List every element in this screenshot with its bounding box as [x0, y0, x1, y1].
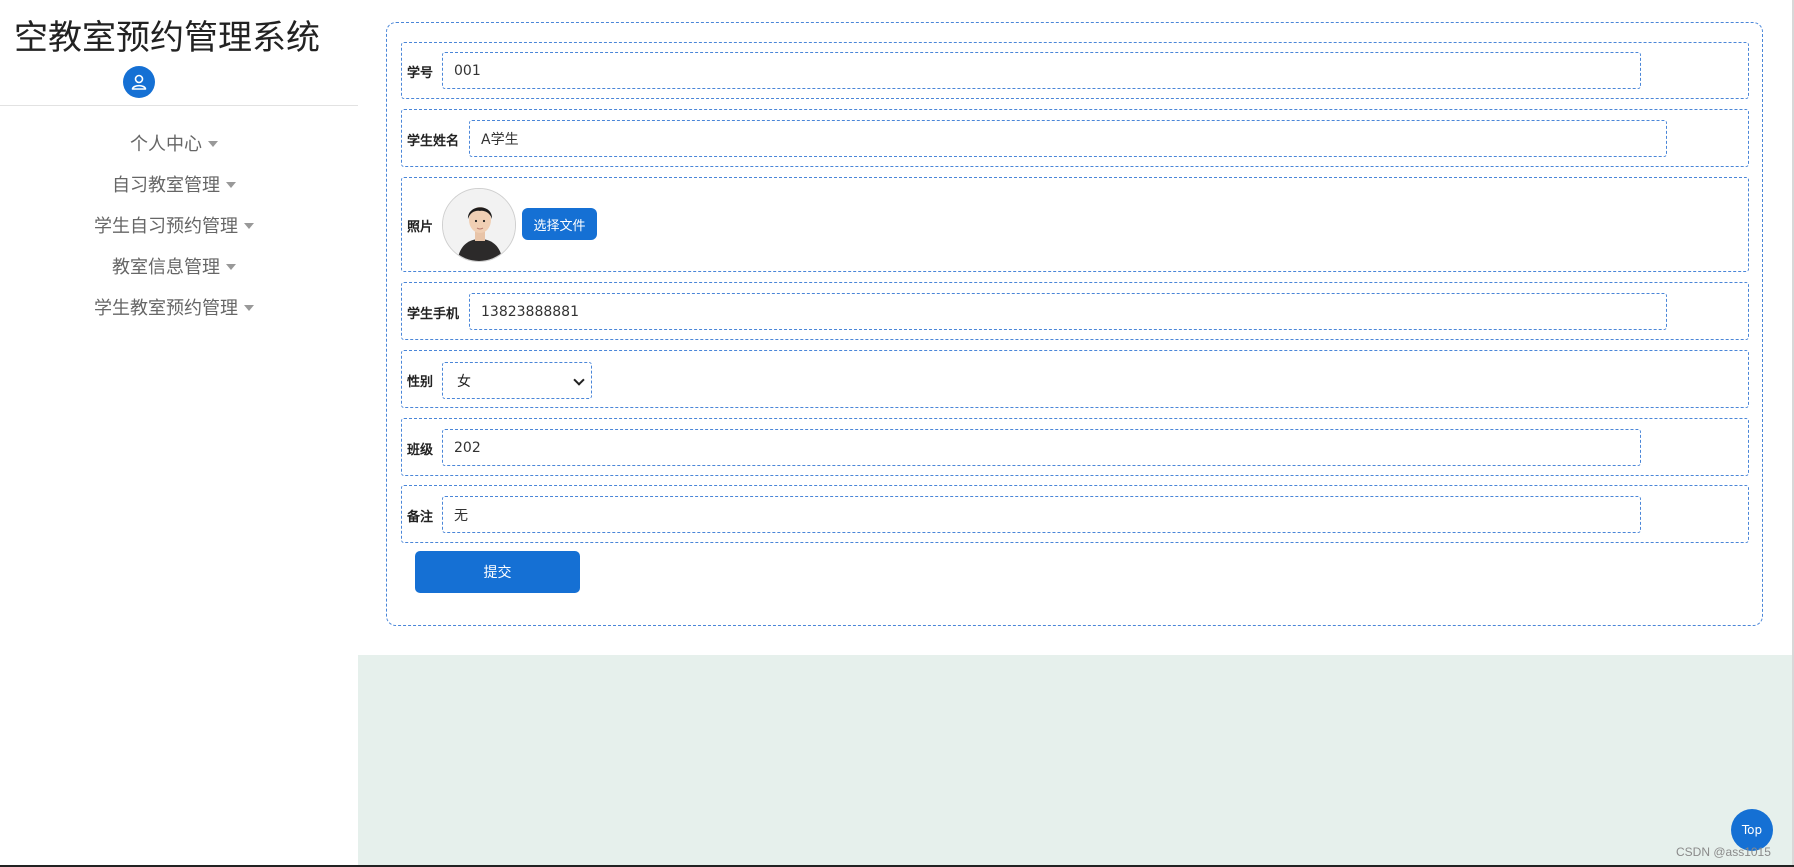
avatar-button[interactable]: [123, 66, 155, 98]
student-id-input[interactable]: 001: [442, 52, 1641, 89]
sidebar-item-label: 个人中心: [130, 133, 202, 155]
phone-input[interactable]: 13823888881: [469, 293, 1667, 330]
submit-button[interactable]: 提交: [415, 551, 580, 593]
sidebar: 空教室预约管理系统 个人中心 自习教室管理 学生自习预约管理 教室信息管理 学生…: [0, 0, 358, 867]
form-row-photo: 照片 选择文件: [401, 177, 1749, 272]
sidebar-nav: 个人中心 自习教室管理 学生自习预约管理 教室信息管理 学生教室预约管理: [0, 122, 348, 327]
student-form: 学号 001 学生姓名 A学生 照片 选择文件 学生手机 13823888881…: [386, 22, 1763, 626]
caret-down-icon: [226, 263, 236, 270]
watermark: CSDN @ass1015: [1676, 845, 1771, 859]
remark-label: 备注: [407, 510, 434, 525]
gender-label: 性别: [407, 375, 434, 390]
sidebar-item-study-reservation-management[interactable]: 学生自习预约管理: [0, 204, 348, 245]
form-row-phone: 学生手机 13823888881: [401, 282, 1749, 340]
caret-down-icon: [226, 181, 236, 188]
sidebar-item-label: 教室信息管理: [112, 256, 220, 278]
student-photo: [442, 188, 516, 262]
sidebar-item-classroom-info-management[interactable]: 教室信息管理: [0, 245, 348, 286]
form-row-student-name: 学生姓名 A学生: [401, 109, 1749, 167]
remark-input[interactable]: 无: [442, 496, 1641, 533]
caret-down-icon: [244, 222, 254, 229]
sidebar-item-label: 自习教室管理: [112, 174, 220, 196]
student-name-input[interactable]: A学生: [469, 120, 1667, 157]
gender-select-value: 女: [457, 373, 471, 390]
user-icon: [131, 74, 147, 90]
sidebar-item-label: 学生自习预约管理: [94, 215, 238, 237]
class-label: 班级: [407, 443, 434, 458]
student-id-label: 学号: [407, 66, 434, 81]
caret-down-icon: [208, 140, 218, 147]
form-row-gender: 性别 女: [401, 350, 1749, 408]
class-input[interactable]: 202: [442, 429, 1641, 466]
form-row-remark: 备注 无: [401, 485, 1749, 543]
choose-file-button[interactable]: 选择文件: [522, 208, 597, 240]
sidebar-divider: [0, 105, 358, 106]
gender-select[interactable]: 女: [442, 362, 592, 399]
photo-label: 照片: [407, 220, 434, 235]
sidebar-item-classroom-reservation-management[interactable]: 学生教室预约管理: [0, 286, 348, 327]
student-photo-image: [443, 189, 515, 261]
main-content: 学号 001 学生姓名 A学生 照片 选择文件 学生手机 13823888881…: [358, 0, 1794, 655]
form-row-class: 班级 202: [401, 418, 1749, 476]
sidebar-item-personal-center[interactable]: 个人中心: [0, 122, 348, 163]
phone-label: 学生手机: [407, 307, 460, 322]
sidebar-item-study-room-management[interactable]: 自习教室管理: [0, 163, 348, 204]
sidebar-item-label: 学生教室预约管理: [94, 297, 238, 319]
form-row-student-id: 学号 001: [401, 42, 1749, 99]
student-name-label: 学生姓名: [407, 134, 460, 149]
caret-down-icon: [244, 304, 254, 311]
app-title: 空教室预约管理系统: [14, 18, 320, 58]
chevron-down-icon: [573, 374, 585, 386]
